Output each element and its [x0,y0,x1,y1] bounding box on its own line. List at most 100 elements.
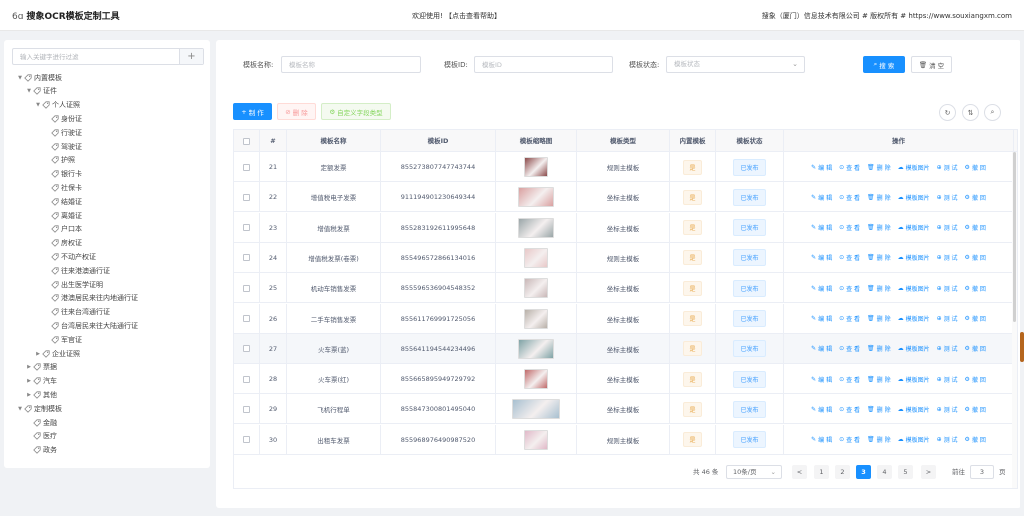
create-button[interactable]: + 制 作 [233,103,272,120]
template-thumbnail[interactable] [524,157,548,177]
row-checkbox[interactable] [243,224,250,232]
tree-node[interactable]: ▶ 其他 [25,388,57,401]
view-link[interactable]: ⊙ 查 看 [839,375,860,384]
view-link[interactable]: ⊙ 查 看 [839,193,860,202]
table-scrollbar[interactable] [1012,152,1017,488]
template-image-link[interactable]: ☁ 模板图片 [898,223,930,232]
tree-node[interactable]: ▼ 内置模板 [16,71,62,84]
edit-link[interactable]: ✎ 编 辑 [811,314,832,323]
page-button[interactable]: 1 [814,465,829,479]
tree-node[interactable]: 往来台湾通行证 [43,306,110,319]
caret-down-icon[interactable]: ▼ [16,75,24,81]
table-row[interactable]: 26 二手车销售发票 855611769991725056 坐标主模板是 已发布 ✎ 编 辑… [234,303,1017,334]
withdraw-link[interactable]: ⚙ 撤 回 [965,253,986,262]
tree-node[interactable]: 结婚证 [43,195,82,208]
caret-down-icon[interactable]: ▼ [34,102,42,108]
table-row[interactable]: 22 增值税电子发票 911194901230649344 坐标主模板是 已发布 ✎ 编 辑… [234,182,1017,213]
edit-link[interactable]: ✎ 编 辑 [811,253,832,262]
withdraw-link[interactable]: ⚙ 撤 回 [965,223,986,232]
tree-node[interactable]: ▶ 票据 [25,361,57,374]
template-image-link[interactable]: ☁ 模板图片 [898,193,930,202]
select-all-checkbox[interactable] [243,137,250,145]
withdraw-link[interactable]: ⚙ 撤 回 [965,405,986,414]
page-button[interactable]: 4 [877,465,892,479]
tree-node[interactable]: 不动产权证 [43,250,96,263]
table-row[interactable]: 21 定额发票 855273807747743744 规则主模板是 已发布 ✎ 编 辑 ⊙ 查 … [234,152,1017,182]
row-checkbox[interactable] [243,345,250,353]
test-link[interactable]: ⊕ 测 试 [937,435,958,444]
test-link[interactable]: ⊕ 测 试 [937,253,958,262]
page-size-select[interactable]: 10条/页 ⌄ [726,465,782,479]
goto-page-input[interactable] [970,465,994,479]
edit-link[interactable]: ✎ 编 辑 [811,193,832,202]
edit-link[interactable]: ✎ 编 辑 [811,223,832,232]
delete-link[interactable]: 🗑 删 除 [867,314,891,323]
template-image-link[interactable]: ☁ 模板图片 [898,435,930,444]
withdraw-link[interactable]: ⚙ 撤 回 [965,193,986,202]
view-link[interactable]: ⊙ 查 看 [839,405,860,414]
page-scrollbar[interactable] [1020,32,1024,516]
view-link[interactable]: ⊙ 查 看 [839,435,860,444]
template-name-input[interactable] [281,56,421,73]
withdraw-link[interactable]: ⚙ 撤 回 [965,344,986,353]
view-link[interactable]: ⊙ 查 看 [839,253,860,262]
next-page-button[interactable]: > [921,465,936,479]
delete-link[interactable]: 🗑 删 除 [867,223,891,232]
withdraw-link[interactable]: ⚙ 撤 回 [965,375,986,384]
tree-node[interactable]: 医疗 [25,430,57,443]
row-checkbox[interactable] [243,315,250,322]
delete-link[interactable]: 🗑 删 除 [867,344,891,353]
template-thumbnail[interactable] [518,338,554,359]
test-link[interactable]: ⊕ 测 试 [937,405,958,414]
row-checkbox[interactable] [243,284,250,292]
row-checkbox[interactable] [243,405,250,413]
prev-page-button[interactable]: < [792,465,807,479]
delete-link[interactable]: 🗑 删 除 [867,405,891,414]
template-status-select[interactable]: 模板状态 ⌄ [666,56,805,73]
template-image-link[interactable]: ☁ 模板图片 [898,405,930,414]
row-select-cell[interactable] [234,152,260,182]
tree-node[interactable]: ▶ 企业证照 [34,347,80,360]
tree-node[interactable]: 行驶证 [43,126,82,139]
delete-link[interactable]: 🗑 删 除 [867,284,891,293]
table-row[interactable]: 27 火车票(蓝) 855641194544234496 坐标主模板是 已发布 ✎ 编 辑 ⊙… [234,333,1017,364]
template-thumbnail[interactable] [524,369,548,390]
edit-link[interactable]: ✎ 编 辑 [811,375,832,384]
row-checkbox[interactable] [243,375,250,383]
test-link[interactable]: ⊕ 测 试 [937,375,958,384]
tree-node[interactable]: 金融 [25,416,57,429]
search-button[interactable]: ⌕ 搜 索 [863,56,905,73]
tree-node[interactable]: 出生医学证明 [43,278,103,291]
caret-down-icon[interactable]: ▼ [25,88,33,94]
template-thumbnail[interactable] [524,278,548,299]
tree-node[interactable]: ▼ 证件 [25,85,57,98]
test-link[interactable]: ⊕ 测 试 [937,223,958,232]
row-select-cell[interactable] [234,333,260,364]
refresh-button[interactable]: ↻ [939,104,956,121]
page-button[interactable]: 2 [835,465,850,479]
page-button[interactable]: 3 [856,465,871,479]
test-link[interactable]: ⊕ 测 试 [937,284,958,293]
tree-node[interactable]: 政务 [25,444,57,457]
delete-link[interactable]: 🗑 删 除 [867,163,891,172]
add-node-button[interactable]: + [179,49,203,64]
tree-node[interactable]: 军官证 [43,333,82,346]
tree-node[interactable]: 台湾居民来往大陆通行证 [43,319,138,332]
row-checkbox[interactable] [243,436,250,444]
withdraw-link[interactable]: ⚙ 撤 回 [965,284,986,293]
view-link[interactable]: ⊙ 查 看 [839,284,860,293]
table-row[interactable]: 24 增值税发票(卷票) 855496572866134016 规则主模板是 已发布 ✎ 编… [234,242,1017,273]
row-select-cell[interactable] [234,182,260,213]
row-select-cell[interactable] [234,364,260,395]
tree-node[interactable]: 社保卡 [43,181,82,194]
test-link[interactable]: ⊕ 测 试 [937,314,958,323]
caret-right-icon[interactable]: ▶ [25,364,33,370]
row-select-cell[interactable] [234,242,260,273]
delete-button[interactable]: ⊘ 删 除 [277,103,316,120]
template-thumbnail[interactable] [524,429,548,450]
tree-node[interactable]: ▼ 个人证照 [34,99,80,112]
test-link[interactable]: ⊕ 测 试 [937,163,958,172]
template-image-link[interactable]: ☁ 模板图片 [898,284,930,293]
toggle-search-button[interactable]: ⌕ [984,104,1001,121]
test-link[interactable]: ⊕ 测 试 [937,193,958,202]
